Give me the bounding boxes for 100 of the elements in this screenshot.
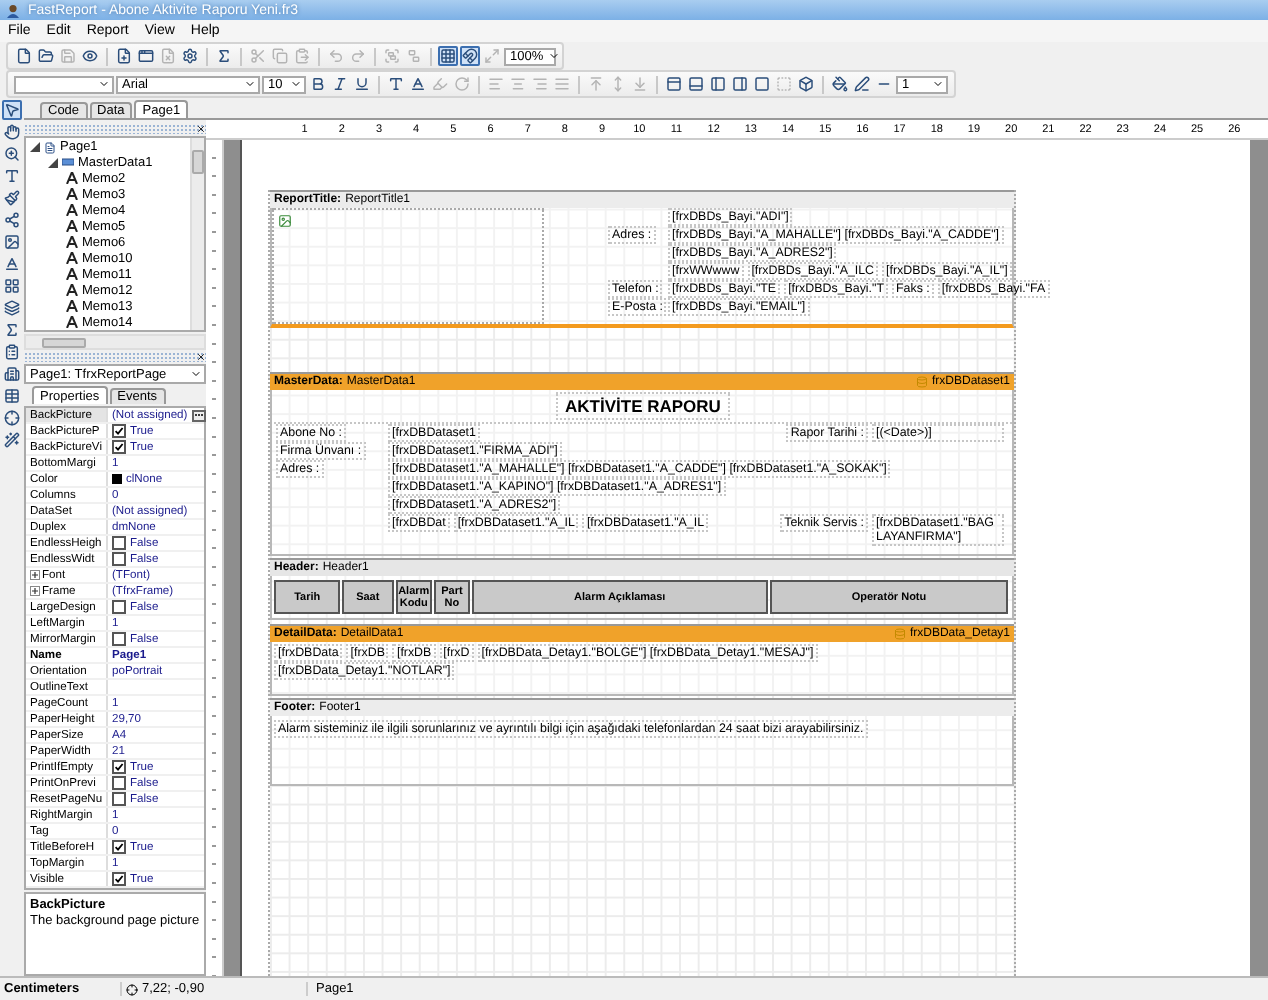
italic-icon	[332, 76, 348, 92]
caret-icon	[98, 78, 110, 90]
letter-icon	[66, 268, 78, 280]
font-color-button[interactable]	[408, 74, 428, 94]
folder-button[interactable]	[36, 46, 56, 66]
clipboard-tool[interactable]	[2, 342, 22, 362]
sigma-button[interactable]	[214, 46, 234, 66]
letter-icon	[66, 236, 78, 248]
new-page-icon	[116, 48, 132, 64]
checkbox[interactable]	[112, 632, 126, 646]
expand-toggle-icon[interactable]	[48, 157, 58, 167]
table-tool[interactable]	[2, 386, 22, 406]
text-tool[interactable]	[2, 166, 22, 186]
magnet-icon	[462, 48, 478, 64]
align-left-icon	[488, 76, 504, 92]
report-heading[interactable]: AKTİVİTE RAPORU	[555, 392, 731, 420]
expand-icon[interactable]	[30, 570, 40, 580]
expand-toggle-icon[interactable]	[30, 142, 40, 152]
picture-tool[interactable]	[2, 232, 22, 252]
letter-icon	[66, 252, 78, 264]
bottom-border-button[interactable]	[686, 74, 706, 94]
caret-icon	[547, 50, 560, 62]
grid-button[interactable]	[438, 46, 458, 66]
caret-icon	[244, 78, 256, 90]
checkbox[interactable]	[112, 552, 126, 566]
all-borders-button[interactable]	[752, 74, 772, 94]
paste-icon	[294, 48, 310, 64]
checkbox[interactable]	[112, 440, 126, 454]
page-icon	[44, 141, 56, 153]
highlighter-icon	[432, 76, 448, 92]
sigma-icon	[216, 48, 232, 64]
shadow-icon	[798, 76, 814, 92]
magnet-button[interactable]	[460, 46, 480, 66]
group-icon	[384, 48, 400, 64]
crosshair-icon	[4, 410, 20, 426]
caret-icon	[290, 78, 302, 90]
sigma-icon	[4, 322, 20, 338]
save-icon	[60, 48, 76, 64]
bold-icon	[310, 76, 326, 92]
grid-icon	[440, 48, 456, 64]
grid-tool[interactable]	[2, 276, 22, 296]
letter-icon	[66, 300, 78, 312]
checkbox[interactable]	[112, 424, 126, 438]
diagram-tool[interactable]	[2, 210, 22, 230]
file-button[interactable]	[14, 46, 34, 66]
scrollbar[interactable]	[190, 138, 204, 330]
expand-icon[interactable]	[30, 586, 40, 596]
database-icon	[915, 376, 928, 388]
letter-tool[interactable]	[2, 254, 22, 274]
underline-icon	[354, 76, 370, 92]
caret-icon	[190, 368, 202, 380]
underline-button[interactable]	[352, 74, 372, 94]
italic-button[interactable]	[330, 74, 350, 94]
pen-button[interactable]	[852, 74, 872, 94]
shadow-button[interactable]	[796, 74, 816, 94]
top-border-button[interactable]	[664, 74, 684, 94]
checkbox[interactable]	[112, 760, 126, 774]
preview-button[interactable]	[80, 46, 100, 66]
file-icon	[16, 48, 32, 64]
scrollbar[interactable]	[24, 334, 206, 350]
text-icon	[4, 168, 20, 184]
checkbox[interactable]	[112, 600, 126, 614]
settings-button[interactable]	[180, 46, 200, 66]
justify-icon	[554, 76, 570, 92]
checkbox[interactable]	[112, 872, 126, 886]
letter-icon	[66, 284, 78, 296]
left-border-button[interactable]	[708, 74, 728, 94]
zoom-tool[interactable]	[2, 144, 22, 164]
cut-icon	[250, 48, 266, 64]
checkbox[interactable]	[112, 536, 126, 550]
pointer-tool[interactable]	[2, 100, 22, 120]
checkbox[interactable]	[112, 840, 126, 854]
paint-bucket-button[interactable]	[830, 74, 850, 94]
align-top-icon	[588, 76, 604, 92]
font-button[interactable]	[386, 74, 406, 94]
window-button[interactable]	[136, 46, 156, 66]
more-button[interactable]	[191, 409, 206, 421]
database-icon	[893, 628, 906, 640]
new-page-button[interactable]	[114, 46, 134, 66]
layers-icon	[4, 300, 20, 316]
sigma-tool[interactable]	[2, 320, 22, 340]
wand-tool[interactable]	[2, 430, 22, 450]
bold-button[interactable]	[308, 74, 328, 94]
band-icon	[62, 156, 74, 168]
layers-tool[interactable]	[2, 298, 22, 318]
clipboard-icon	[4, 344, 20, 360]
position-icon	[126, 983, 138, 995]
grid-icon	[4, 278, 20, 294]
crosshair-tool[interactable]	[2, 408, 22, 428]
letter-icon	[66, 316, 78, 328]
brush-tool[interactable]	[2, 188, 22, 208]
hand-tool[interactable]	[2, 122, 22, 142]
checkbox[interactable]	[112, 792, 126, 806]
paint-bucket-icon	[832, 76, 848, 92]
fit-icon	[484, 48, 500, 64]
preview-icon	[82, 48, 98, 64]
font-color-icon	[410, 76, 426, 92]
building-tool[interactable]	[2, 364, 22, 384]
right-border-button[interactable]	[730, 74, 750, 94]
checkbox[interactable]	[112, 776, 126, 790]
